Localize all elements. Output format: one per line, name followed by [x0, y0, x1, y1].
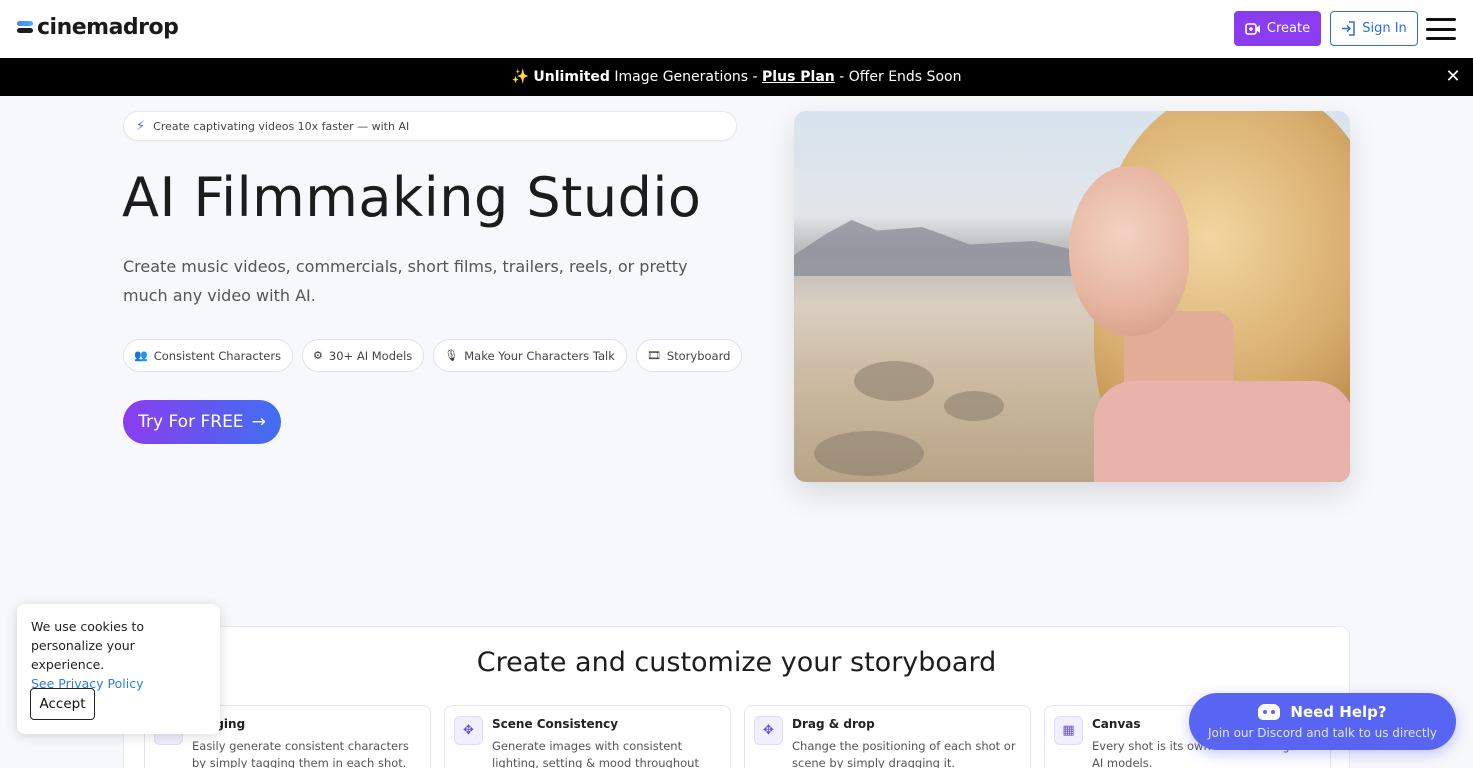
top-nav: cinemadrop Create Sign In: [0, 0, 1473, 58]
section-title: Create and customize your storyboard: [476, 647, 997, 678]
help-title: Need Help?: [1290, 703, 1387, 721]
help-subtitle: Join our Discord and talk to us directly: [1207, 726, 1438, 740]
promo-text2: - Offer Ends Soon: [834, 69, 962, 85]
users-icon: 👥: [134, 349, 148, 362]
hero-tag-text: Create captivating videos 10x faster — w…: [153, 119, 410, 133]
move-icon: ✥: [754, 716, 783, 745]
login-icon: [1342, 21, 1355, 36]
discord-icon: [1258, 704, 1281, 720]
sparkle-icon: ✨: [511, 69, 529, 85]
hero-subtitle: Create music videos, commercials, short …: [123, 257, 688, 305]
feature-pill-consistent-characters[interactable]: 👥 Consistent Characters: [123, 339, 294, 372]
card-desc: Change the positioning of each shot or s…: [792, 739, 1016, 768]
feature-card-scene-consistency: ✥ Scene Consistency Generate images with…: [444, 705, 731, 768]
feature-pill-storyboard[interactable]: 🎞 Storyboard: [635, 339, 743, 372]
feature-pill-ai-models[interactable]: ⚙ 30+ AI Models: [302, 339, 425, 372]
plus-plan-link[interactable]: Plus Plan: [762, 69, 835, 85]
promo-strong: Unlimited: [533, 69, 610, 85]
card-desc: Easily generate consistent characters by…: [192, 739, 409, 768]
video-plus-icon: [1245, 22, 1260, 35]
promo-text1: Image Generations -: [609, 69, 763, 85]
try-for-free-button[interactable]: Try For FREE →: [123, 400, 281, 444]
cookie-banner: We use cookies to personalize your exper…: [17, 604, 220, 734]
help-title-row: Need Help?: [1189, 703, 1456, 721]
feature-card-drag-drop: ✥ Drag & drop Change the positioning of …: [744, 705, 1031, 768]
card-title: Drag & drop: [792, 717, 875, 731]
sign-in-button[interactable]: Sign In: [1330, 11, 1418, 46]
feature-label: Make Your Characters Talk: [464, 348, 615, 363]
accept-cookies-button[interactable]: Accept: [30, 688, 95, 720]
grid-icon: ▦: [1054, 716, 1083, 745]
card-desc: Generate images with consistent lighting…: [492, 739, 699, 768]
feature-pills: 👥 Consistent Characters ⚙ 30+ AI Models …: [123, 339, 743, 372]
openai-icon: ⚙: [313, 349, 323, 362]
hamburger-icon[interactable]: [1426, 18, 1456, 40]
cinemadrop-logo[interactable]: cinemadrop: [17, 12, 179, 42]
feature-pill-talk[interactable]: 🎙 Make Your Characters Talk: [433, 339, 627, 372]
logo-text: cinemadrop: [37, 14, 179, 40]
promo-banner: ✨ Unlimited Image Generations - Plus Pla…: [0, 58, 1473, 96]
film-icon: 🎞: [646, 349, 661, 362]
create-label: Create: [1266, 21, 1311, 36]
logo-icon: [17, 20, 35, 34]
hero-tag: ⚡ Create captivating videos 10x faster —…: [123, 111, 737, 141]
create-button[interactable]: Create: [1234, 11, 1321, 46]
feature-label: Consistent Characters: [153, 348, 282, 363]
cookie-text: We use cookies to personalize your exper…: [31, 619, 144, 672]
lightning-icon: ⚡: [136, 118, 146, 134]
close-icon[interactable]: ✕: [1443, 67, 1463, 87]
cta-label: Try For FREE: [138, 412, 244, 432]
microphone-icon: 🎙: [444, 349, 459, 362]
card-title: Scene Consistency: [492, 717, 619, 731]
storyboard-section: Create and customize your storyboard ▭ T…: [123, 626, 1350, 768]
need-help-widget[interactable]: Need Help? Join our Discord and talk to …: [1189, 693, 1456, 750]
arrow-right-icon: →: [251, 412, 266, 432]
hero-image: [794, 111, 1350, 482]
card-title: Canvas: [1092, 717, 1141, 731]
page-title: AI Filmmaking Studio: [122, 166, 702, 229]
feature-label: Storyboard: [666, 348, 731, 363]
feature-label: 30+ AI Models: [328, 348, 413, 363]
scene-icon: ✥: [454, 716, 483, 745]
sign-in-label: Sign In: [1362, 21, 1407, 36]
